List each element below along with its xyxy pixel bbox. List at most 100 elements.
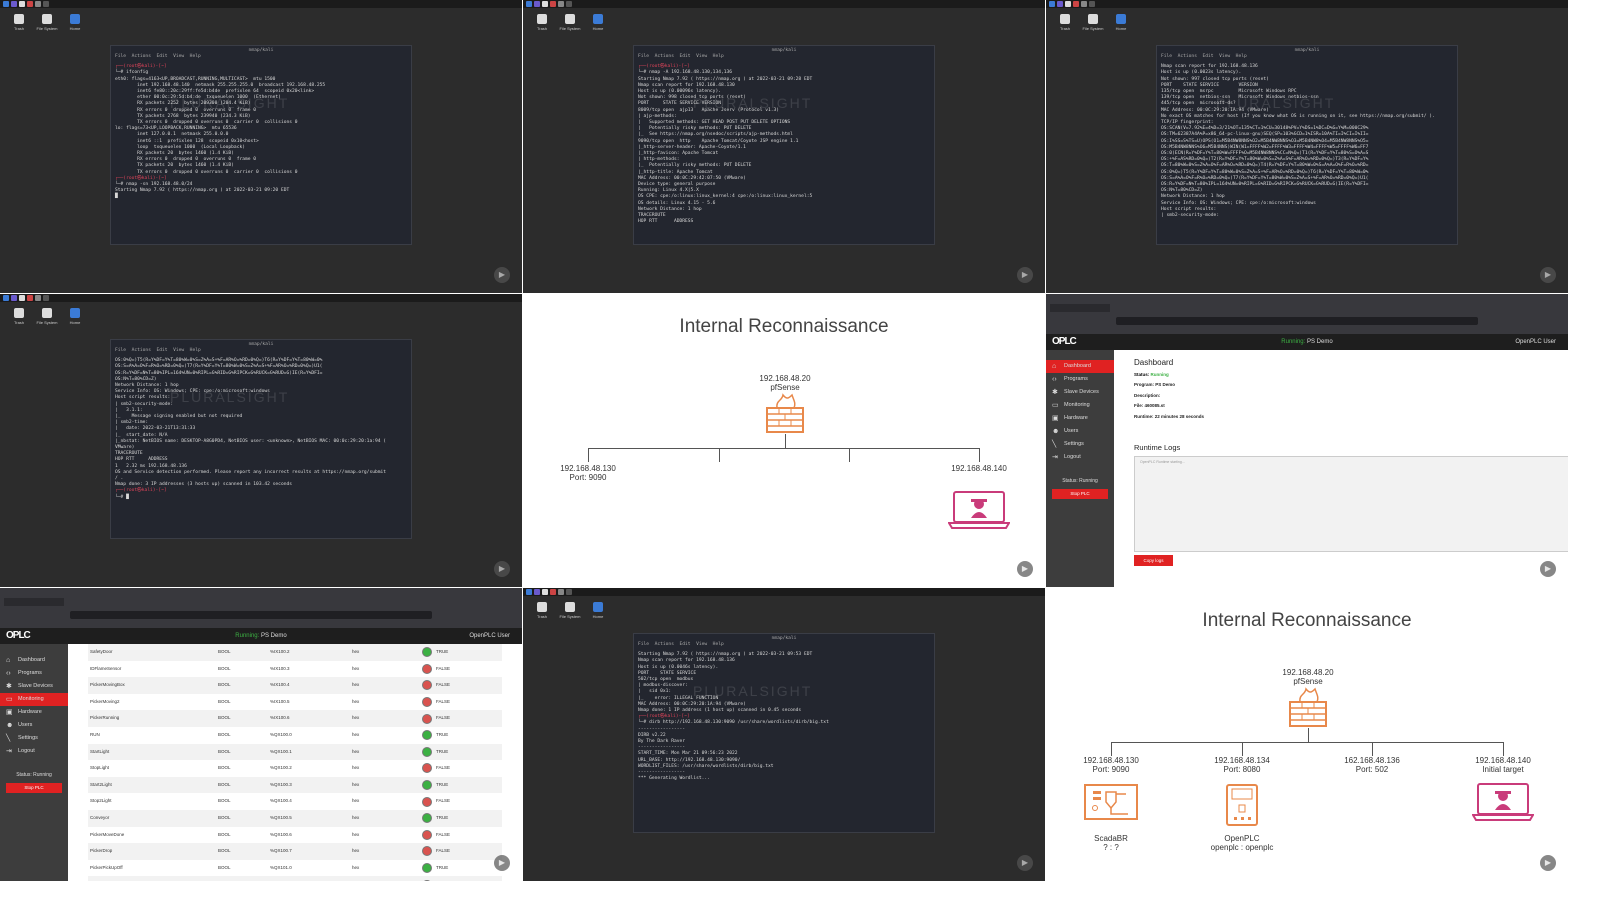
- terminal-menubar[interactable]: File Actions Edit View Help: [115, 348, 407, 354]
- play-icon[interactable]: ▶: [494, 561, 510, 577]
- sidebar-item-programs[interactable]: ‹› Programs: [0, 667, 68, 680]
- terminal-menubar[interactable]: File Actions Edit View Help: [638, 54, 930, 60]
- point-name: PickerDrop: [90, 848, 113, 854]
- taskbar-app-icon[interactable]: [19, 295, 25, 301]
- sidebar-item-slave-devices[interactable]: ✱ Slave Devices: [1046, 386, 1114, 399]
- taskbar-app-icon[interactable]: [566, 1, 572, 7]
- desktop-icon-file-system[interactable]: File System: [557, 14, 583, 31]
- runtime-logs-box[interactable]: OpenPLC Runtime starting...: [1134, 456, 1568, 552]
- sidebar-item-logout[interactable]: ⇥ Logout: [1046, 451, 1114, 464]
- taskbar-app-icon[interactable]: [27, 295, 33, 301]
- terminal-menubar[interactable]: File Actions Edit View Help: [1161, 54, 1453, 60]
- sidebar-item-settings[interactable]: ╲ Settings: [0, 732, 68, 745]
- taskbar-app-icon[interactable]: [1049, 1, 1055, 7]
- taskbar-app-icon[interactable]: [1073, 1, 1079, 7]
- copy-logs-button[interactable]: Copy logs: [1134, 555, 1173, 566]
- taskbar-app-icon[interactable]: [566, 589, 572, 595]
- sidebar-item-dashboard[interactable]: ⌂ Dashboard: [1046, 360, 1114, 373]
- taskbar-app-icon[interactable]: [35, 1, 41, 7]
- browser-tab[interactable]: [1050, 304, 1110, 312]
- taskbar-app-icon[interactable]: [542, 589, 548, 595]
- terminal-window[interactable]: nmap/kali File Actions Edit View Help ┌──(…: [633, 45, 935, 245]
- taskbar-app-icon[interactable]: [43, 1, 49, 7]
- stop-plc-button[interactable]: Stop PLC: [1052, 489, 1108, 499]
- desktop-icon-file-system[interactable]: File System: [1080, 14, 1106, 31]
- sidebar-item-users[interactable]: ☻ Users: [0, 719, 68, 732]
- taskbar-app-icon[interactable]: [1057, 1, 1063, 7]
- desktop-icon-trash[interactable]: Trash: [529, 602, 555, 619]
- user-menu[interactable]: OpenPLC User: [469, 633, 510, 639]
- taskbar-app-icon[interactable]: [526, 589, 532, 595]
- desktop-icon-home[interactable]: Home: [62, 308, 88, 325]
- play-icon[interactable]: ▶: [1017, 267, 1033, 283]
- desktop-icon-file-system[interactable]: File System: [557, 602, 583, 619]
- taskbar-app-icon[interactable]: [526, 1, 532, 7]
- sidebar-item-users[interactable]: ☻ Users: [1046, 425, 1114, 438]
- taskbar-app-icon[interactable]: [3, 1, 9, 7]
- desktop-icon-home[interactable]: Home: [62, 14, 88, 31]
- desktop-icon-file-system[interactable]: File System: [34, 308, 60, 325]
- play-icon[interactable]: ▶: [1017, 561, 1033, 577]
- sidebar-item-slave-devices[interactable]: ✱ Slave Devices: [0, 680, 68, 693]
- desktop-icon-home[interactable]: Home: [1108, 14, 1134, 31]
- play-icon[interactable]: ▶: [1540, 267, 1556, 283]
- taskbar-app-icon[interactable]: [558, 1, 564, 7]
- taskbar-app-icon[interactable]: [3, 295, 9, 301]
- desktop-icon-trash[interactable]: Trash: [6, 308, 32, 325]
- taskbar-app-icon[interactable]: [35, 295, 41, 301]
- desktop-icon-trash[interactable]: Trash: [6, 14, 32, 31]
- taskbar-app-icon[interactable]: [534, 589, 540, 595]
- desktop-icon-trash[interactable]: Trash: [1052, 14, 1078, 31]
- taskbar-app-icon[interactable]: [550, 589, 556, 595]
- terminal-window[interactable]: nmap/kali File Actions Edit View Help Nmap…: [1156, 45, 1458, 245]
- sidebar-item-logout[interactable]: ⇥ Logout: [0, 745, 68, 758]
- point-type: BOOL: [218, 682, 231, 688]
- terminal-window[interactable]: nmap/kali File Actions Edit View Help OS:0…: [110, 339, 412, 539]
- taskbar-app-icon[interactable]: [19, 1, 25, 7]
- taskbar-app-icon[interactable]: [11, 295, 17, 301]
- point-format: hex: [352, 864, 360, 870]
- taskbar-app-icon[interactable]: [1089, 1, 1095, 7]
- frame-ifconfig: Trash File System Home nmap/kali File Action…: [0, 0, 522, 293]
- point-type: BOOL: [218, 876, 231, 881]
- taskbar-app-icon[interactable]: [550, 1, 556, 7]
- play-icon[interactable]: ▶: [1017, 855, 1033, 871]
- logout-icon: ⇥: [6, 748, 12, 755]
- sidebar-item-monitoring[interactable]: ▭ Monitoring: [0, 693, 68, 706]
- taskbar-app-icon[interactable]: [534, 1, 540, 7]
- play-icon[interactable]: ▶: [494, 267, 510, 283]
- terminal-menubar[interactable]: File Actions Edit View Help: [638, 642, 930, 648]
- desktop-icon-trash[interactable]: Trash: [529, 14, 555, 31]
- stop-plc-button[interactable]: Stop PLC: [6, 783, 62, 793]
- sidebar-item-monitoring[interactable]: ▭ Monitoring: [1046, 399, 1114, 412]
- point-address: %QX100.7: [270, 848, 292, 854]
- point-format: hex: [352, 715, 360, 721]
- terminal-window[interactable]: nmap/kali File Actions Edit View Help Star…: [633, 633, 935, 833]
- play-icon[interactable]: ▶: [1540, 561, 1556, 577]
- sidebar-item-hardware[interactable]: ▣ Hardware: [0, 706, 68, 719]
- play-icon[interactable]: ▶: [494, 855, 510, 871]
- taskbar-app-icon[interactable]: [27, 1, 33, 7]
- taskbar-app-icon[interactable]: [1081, 1, 1087, 7]
- address-bar[interactable]: [1116, 317, 1478, 325]
- taskbar-app-icon[interactable]: [558, 589, 564, 595]
- taskbar-app-icon[interactable]: [11, 1, 17, 7]
- program-name: PS Demo: [261, 633, 287, 639]
- browser-tab[interactable]: [4, 598, 64, 606]
- play-icon[interactable]: ▶: [1540, 855, 1556, 871]
- sidebar-item-settings[interactable]: ╲ Settings: [1046, 438, 1114, 451]
- folder-icon: [70, 14, 80, 24]
- address-bar[interactable]: [70, 611, 432, 619]
- taskbar-app-icon[interactable]: [43, 295, 49, 301]
- taskbar-app-icon[interactable]: [542, 1, 548, 7]
- sidebar-item-dashboard[interactable]: ⌂ Dashboard: [0, 654, 68, 667]
- desktop-icon-home[interactable]: Home: [585, 14, 611, 31]
- terminal-menubar[interactable]: File Actions Edit View Help: [115, 54, 407, 60]
- user-menu[interactable]: OpenPLC User: [1515, 339, 1556, 345]
- taskbar-app-icon[interactable]: [1065, 1, 1071, 7]
- sidebar-item-hardware[interactable]: ▣ Hardware: [1046, 412, 1114, 425]
- sidebar-item-programs[interactable]: ‹› Programs: [1046, 373, 1114, 386]
- desktop-icon-file-system[interactable]: File System: [34, 14, 60, 31]
- desktop-icon-home[interactable]: Home: [585, 602, 611, 619]
- terminal-window[interactable]: nmap/kali File Actions Edit View Help ┌──(…: [110, 45, 412, 245]
